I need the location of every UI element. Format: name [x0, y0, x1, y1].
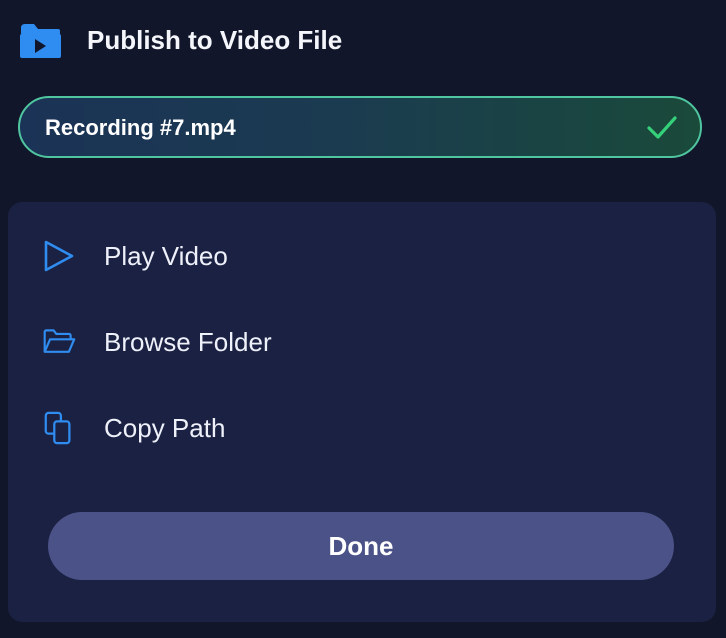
folder-open-icon	[43, 329, 76, 353]
check-icon	[647, 116, 677, 139]
menu-item-browse-folder[interactable]: Browse Folder	[8, 305, 716, 377]
menu-item-label: Copy Path	[104, 413, 226, 443]
dialog-title: Publish to Video File	[87, 25, 343, 55]
menu-item-label: Browse Folder	[104, 327, 272, 357]
output-file-pill: Recording #7.mp4	[18, 96, 702, 158]
dialog-header: Publish to Video File	[0, 0, 726, 82]
menu-item-copy-path[interactable]: Copy Path	[8, 391, 716, 463]
output-file-name: Recording #7.mp4	[45, 115, 236, 140]
done-button[interactable]: Done	[48, 512, 674, 580]
actions-panel: Play Video Browse Folder Copy Path Done	[8, 202, 716, 622]
menu-item-label: Play Video	[104, 241, 228, 271]
copy-icon	[44, 411, 71, 445]
folder-video-icon	[20, 24, 61, 58]
menu-item-play-video[interactable]: Play Video	[8, 219, 716, 291]
play-icon	[44, 240, 74, 272]
